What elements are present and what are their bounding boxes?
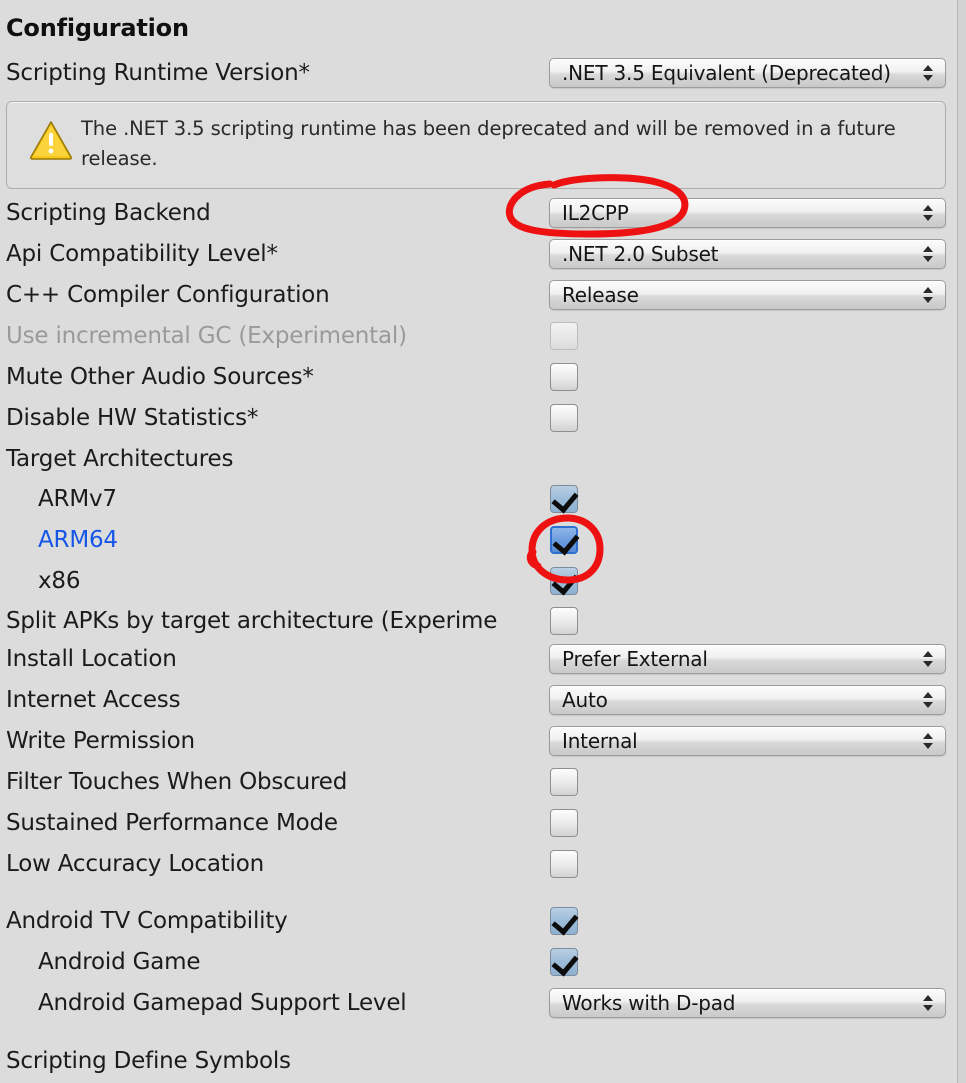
chevron-updown-icon	[923, 993, 934, 1013]
check-icon	[551, 907, 579, 936]
chevron-updown-icon	[923, 203, 934, 223]
dropdown-value: Prefer External	[562, 647, 708, 671]
checkbox-sustained-performance-mode[interactable]	[550, 809, 578, 837]
chevron-updown-icon	[923, 649, 934, 669]
checkbox-x86[interactable]	[550, 567, 579, 596]
row-disable-hw-statistics: Disable HW Statistics*	[0, 398, 966, 438]
row-api-compatibility-level: Api Compatibility Level* .NET 2.0 Subset	[0, 234, 966, 274]
dropdown-api-compatibility-level[interactable]: .NET 2.0 Subset	[549, 239, 946, 269]
dropdown-write-permission[interactable]: Internal	[549, 726, 946, 756]
row-sustained-performance-mode: Sustained Performance Mode	[0, 803, 966, 843]
panel-right-edge	[957, 0, 966, 1083]
checkbox-android-tv-compatibility[interactable]	[550, 907, 579, 936]
chevron-updown-icon	[923, 285, 934, 305]
row-scripting-backend: Scripting Backend IL2CPP	[0, 193, 966, 233]
row-target-architectures: Target Architectures	[0, 439, 966, 479]
row-x86: x86	[0, 561, 966, 601]
label-low-accuracy-location: Low Accuracy Location	[6, 851, 264, 877]
chevron-updown-icon	[923, 731, 934, 751]
checkbox-mute-other-audio-sources[interactable]	[550, 363, 578, 391]
row-write-permission: Write Permission Internal	[0, 721, 966, 761]
label-scripting-define-symbols: Scripting Define Symbols	[6, 1048, 291, 1074]
dropdown-cpp-compiler-configuration[interactable]: Release	[549, 280, 946, 310]
check-icon	[551, 567, 579, 596]
label-cpp-compiler-configuration: C++ Compiler Configuration	[6, 282, 330, 308]
warning-triangle-icon	[29, 120, 73, 160]
label-android-tv-compatibility: Android TV Compatibility	[6, 908, 288, 934]
chevron-updown-icon	[923, 690, 934, 710]
row-low-accuracy-location: Low Accuracy Location	[0, 844, 966, 884]
row-internet-access: Internet Access Auto	[0, 680, 966, 720]
dropdown-install-location[interactable]: Prefer External	[549, 644, 946, 674]
row-android-tv-compatibility: Android TV Compatibility	[0, 901, 966, 941]
dropdown-scripting-backend[interactable]: IL2CPP	[549, 198, 946, 228]
label-write-permission: Write Permission	[6, 728, 195, 754]
dropdown-value: IL2CPP	[562, 201, 629, 225]
page-title: Configuration	[6, 14, 189, 42]
label-install-location: Install Location	[6, 646, 177, 672]
row-install-location: Install Location Prefer External	[0, 639, 966, 679]
checkbox-armv7[interactable]	[550, 485, 579, 514]
label-api-compatibility-level: Api Compatibility Level*	[6, 241, 278, 267]
label-armv7: ARMv7	[38, 486, 117, 512]
label-sustained-performance-mode: Sustained Performance Mode	[6, 810, 338, 836]
label-scripting-runtime-version: Scripting Runtime Version*	[6, 60, 310, 86]
dropdown-android-gamepad-support-level[interactable]: Works with D-pad	[549, 988, 946, 1018]
row-filter-touches-when-obscured: Filter Touches When Obscured	[0, 762, 966, 802]
player-settings-configuration-panel: Configuration Scripting Runtime Version*…	[0, 0, 966, 1083]
dropdown-value: Auto	[562, 688, 608, 712]
row-android-game: Android Game	[0, 942, 966, 982]
dropdown-value: Works with D-pad	[562, 991, 736, 1015]
checkbox-android-game[interactable]	[550, 948, 579, 977]
label-disable-hw-statistics: Disable HW Statistics*	[6, 405, 259, 431]
label-split-apks: Split APKs by target architecture (Exper…	[6, 608, 498, 634]
label-android-gamepad-support-level: Android Gamepad Support Level	[38, 990, 407, 1016]
chevron-updown-icon	[923, 244, 934, 264]
dropdown-value: Release	[562, 283, 639, 307]
row-scripting-runtime-version: Scripting Runtime Version* .NET 3.5 Equi…	[0, 53, 966, 93]
checkbox-disable-hw-statistics[interactable]	[550, 404, 578, 432]
label-mute-other-audio-sources: Mute Other Audio Sources*	[6, 364, 314, 390]
checkbox-arm64[interactable]	[550, 526, 580, 556]
chevron-updown-icon	[923, 63, 934, 83]
label-internet-access: Internet Access	[6, 687, 181, 713]
dropdown-value: .NET 2.0 Subset	[562, 242, 719, 266]
checkbox-split-apks[interactable]	[550, 607, 578, 635]
dropdown-scripting-runtime-version[interactable]: .NET 3.5 Equivalent (Deprecated)	[549, 58, 946, 88]
row-mute-other-audio-sources: Mute Other Audio Sources*	[0, 357, 966, 397]
checkbox-filter-touches-when-obscured[interactable]	[550, 768, 578, 796]
row-use-incremental-gc: Use incremental GC (Experimental)	[0, 316, 966, 356]
label-arm64: ARM64	[38, 527, 118, 553]
deprecation-warning-box: The .NET 3.5 scripting runtime has been …	[6, 101, 946, 189]
dropdown-value: .NET 3.5 Equivalent (Deprecated)	[562, 61, 891, 85]
row-arm64: ARM64	[0, 520, 966, 560]
label-x86: x86	[38, 568, 81, 594]
checkbox-use-incremental-gc	[550, 322, 578, 350]
checkbox-low-accuracy-location[interactable]	[550, 850, 578, 878]
check-icon	[551, 948, 579, 977]
dropdown-value: Internal	[562, 729, 638, 753]
check-icon	[552, 527, 580, 556]
row-android-gamepad-support-level: Android Gamepad Support Level Works with…	[0, 983, 966, 1023]
label-scripting-backend: Scripting Backend	[6, 200, 211, 226]
warning-message: The .NET 3.5 scripting runtime has been …	[81, 117, 896, 170]
row-split-apks: Split APKs by target architecture (Exper…	[0, 601, 966, 641]
row-armv7: ARMv7	[0, 479, 966, 519]
label-use-incremental-gc: Use incremental GC (Experimental)	[6, 323, 407, 349]
label-android-game: Android Game	[38, 949, 201, 975]
label-target-architectures: Target Architectures	[6, 446, 234, 472]
check-icon	[551, 485, 579, 514]
label-filter-touches-when-obscured: Filter Touches When Obscured	[6, 769, 348, 795]
row-cpp-compiler-configuration: C++ Compiler Configuration Release	[0, 275, 966, 315]
dropdown-internet-access[interactable]: Auto	[549, 685, 946, 715]
row-scripting-define-symbols: Scripting Define Symbols	[0, 1041, 966, 1081]
